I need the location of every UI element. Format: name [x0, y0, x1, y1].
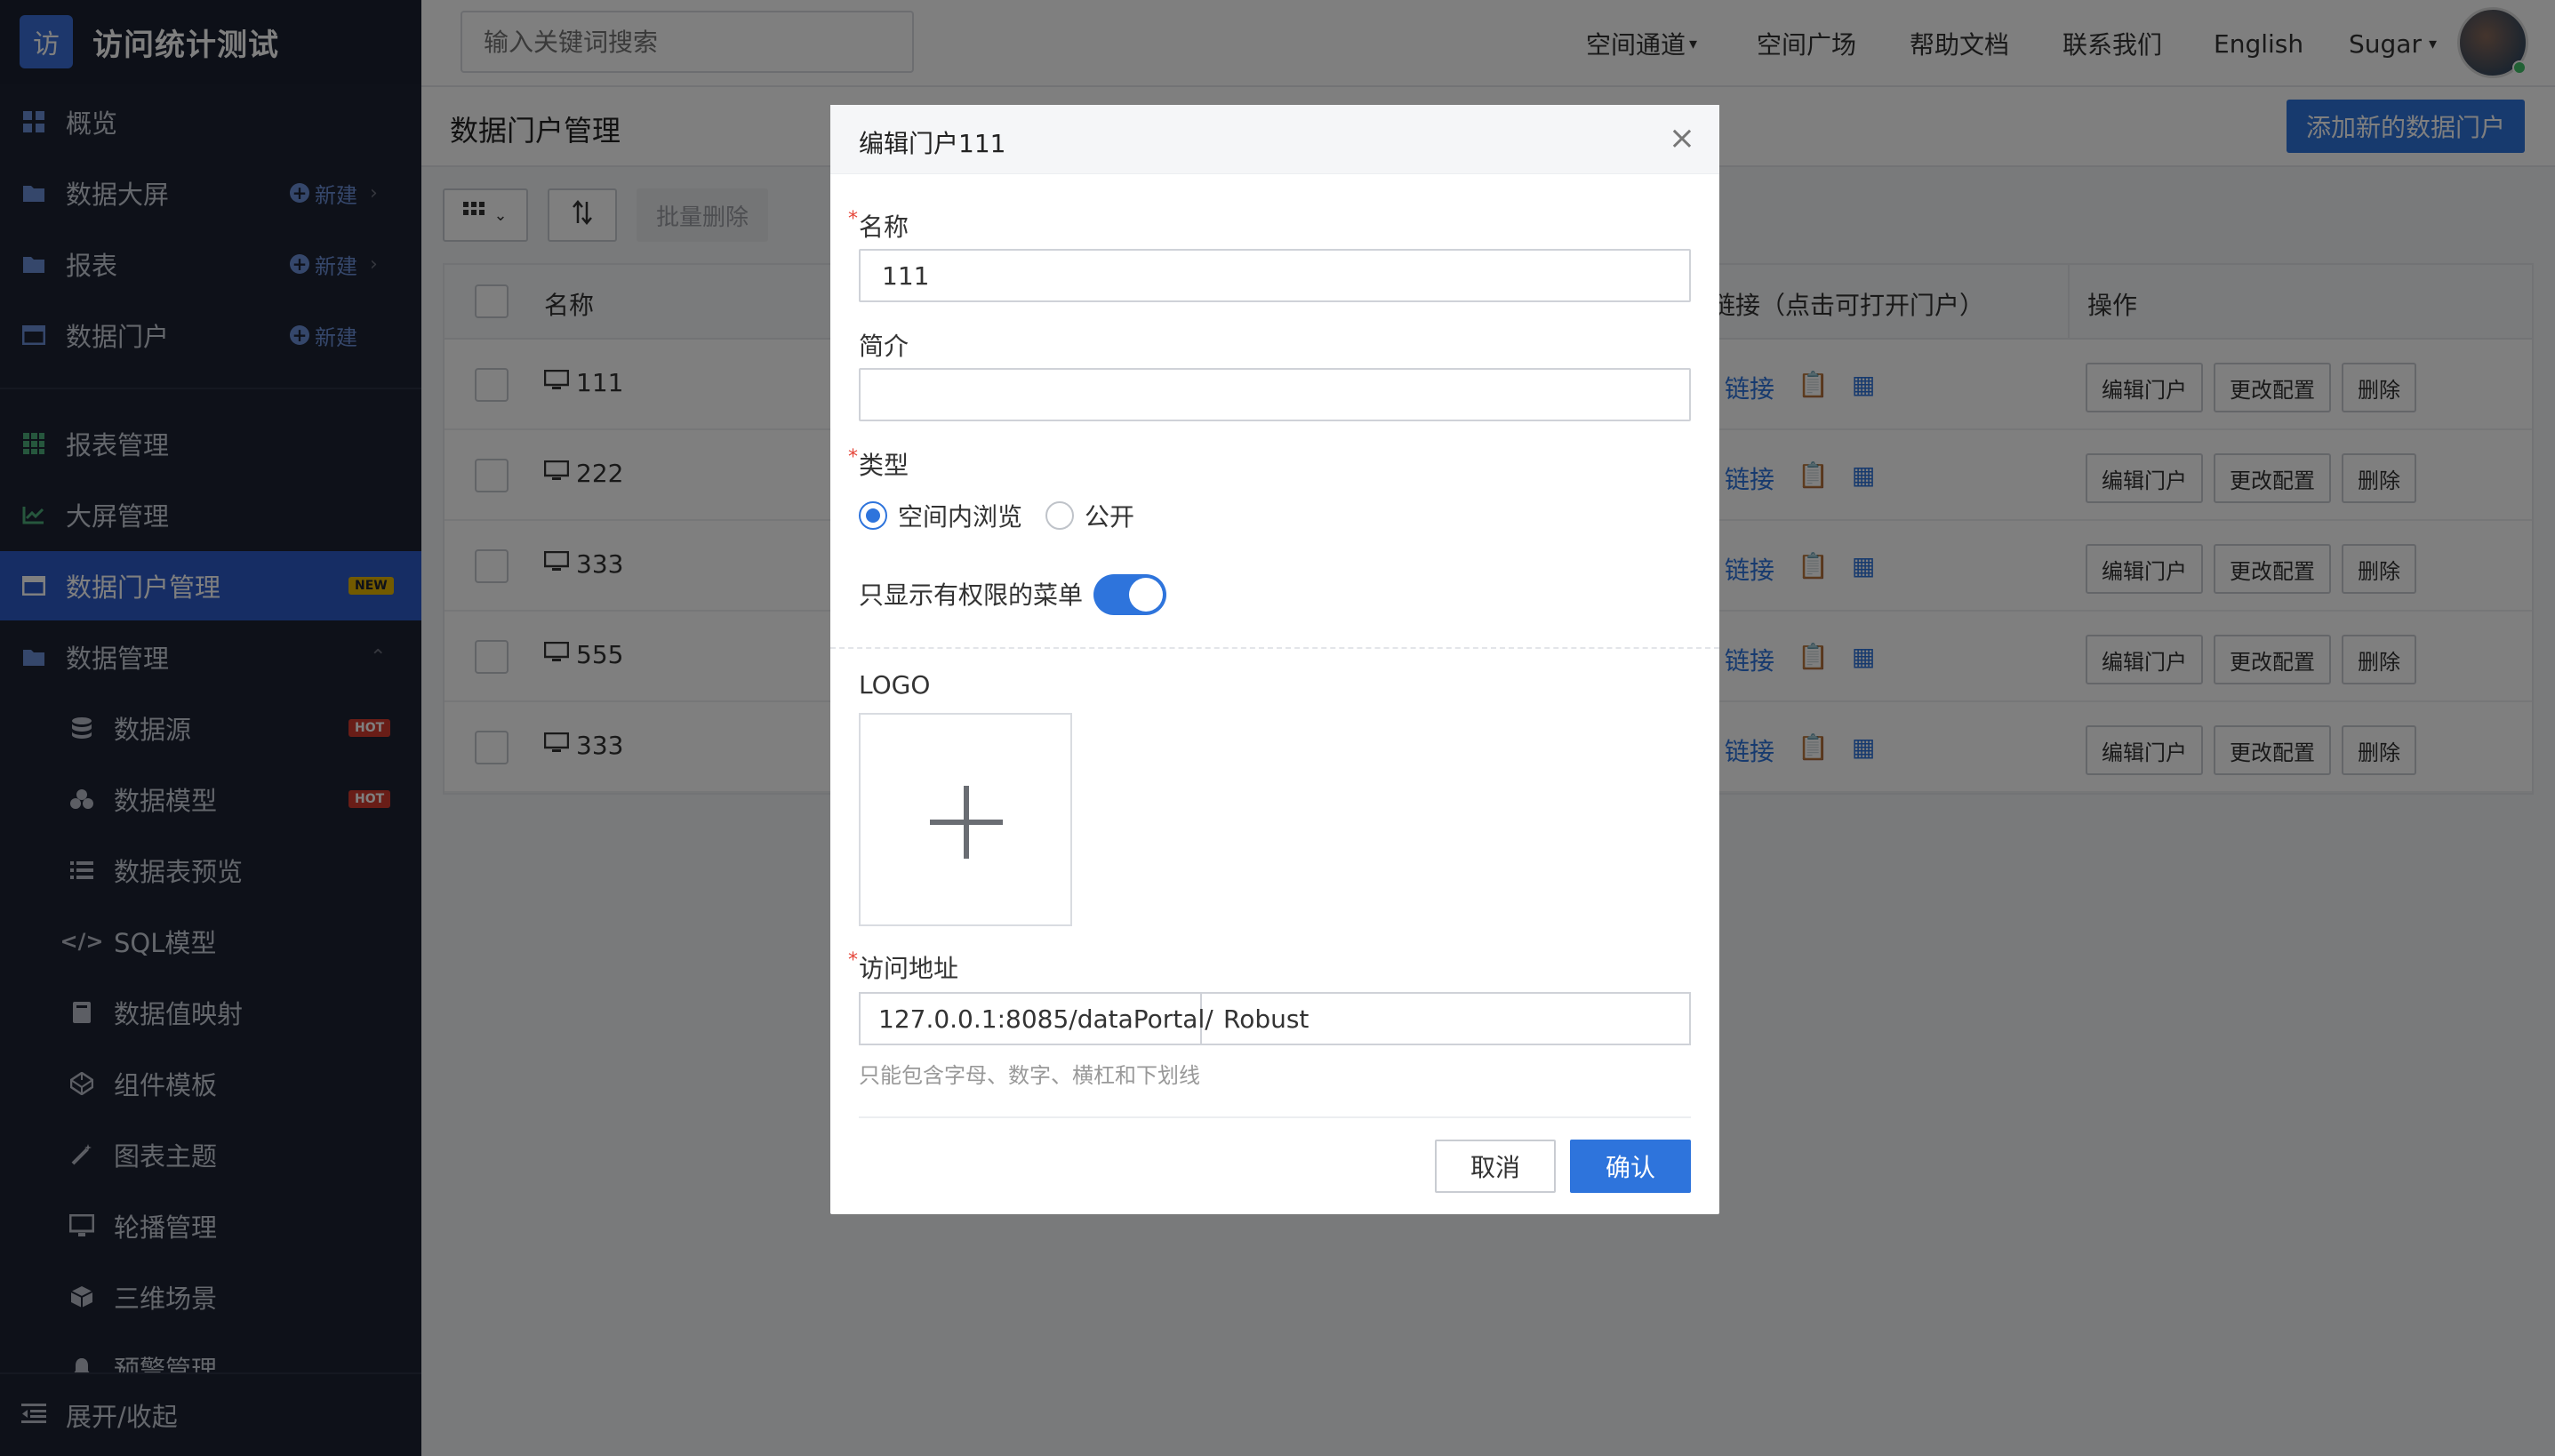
cancel-button[interactable]: 取消	[1435, 1140, 1556, 1193]
footer-divider	[859, 1116, 1691, 1118]
intro-field-label: 简介	[859, 332, 909, 361]
radio-label: 空间内浏览	[898, 502, 1023, 532]
address-label-text: 访问地址	[859, 954, 959, 983]
type-radio-public[interactable]: 公开	[1045, 498, 1134, 533]
address-input-group: 127.0.0.1:8085/dataPortal/ Robust	[859, 992, 1691, 1045]
radio-label: 公开	[1085, 502, 1135, 532]
address-hint: 只能包含字母、数字、横杠和下划线	[859, 1063, 1200, 1088]
type-field-label: * 类型	[848, 446, 909, 482]
type-label-text: 类型	[859, 451, 909, 480]
address-prefix: 127.0.0.1:8085/dataPortal/	[861, 994, 1213, 1044]
required-mark: *	[848, 446, 858, 468]
type-radio-space[interactable]: 空间内浏览	[859, 498, 1022, 533]
radio-unchecked-icon	[1045, 501, 1074, 530]
menu-permission-label: 只显示有权限的菜单	[859, 580, 1084, 610]
logo-upload[interactable]	[859, 713, 1072, 926]
section-divider	[830, 647, 1719, 649]
required-mark: *	[848, 208, 858, 230]
address-input[interactable]: Robust	[1202, 994, 1689, 1044]
required-mark: *	[848, 949, 858, 972]
name-field-label: * 名称	[848, 208, 909, 244]
plus-icon-vertical	[964, 786, 969, 859]
confirm-button[interactable]: 确认	[1570, 1140, 1691, 1193]
close-icon[interactable]: ×	[1664, 121, 1700, 156]
switch-knob	[1129, 578, 1163, 612]
radio-checked-icon	[859, 501, 887, 530]
name-label-text: 名称	[859, 212, 909, 242]
intro-input[interactable]	[859, 368, 1691, 421]
name-input[interactable]: 111	[859, 249, 1691, 302]
dialog-header: 编辑门户111 ×	[830, 105, 1719, 174]
menu-permission-switch[interactable]	[1093, 574, 1166, 615]
logo-field-label: LOGO	[859, 670, 931, 700]
edit-portal-dialog: 编辑门户111 × * 名称 111 简介 * 类型 空间内浏览 公开 只显示有权限…	[830, 105, 1719, 1214]
address-field-label: * 访问地址	[848, 949, 959, 985]
dialog-title: 编辑门户111	[859, 129, 1006, 158]
